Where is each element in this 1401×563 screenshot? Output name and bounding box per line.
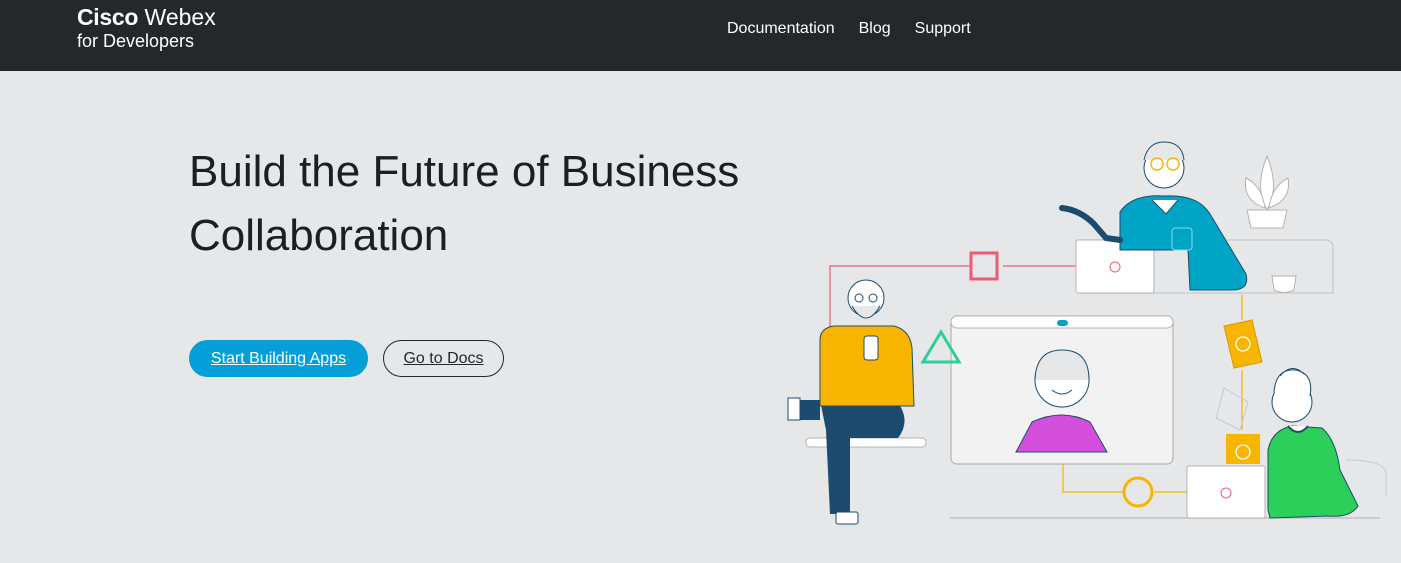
seated-figure (787, 279, 927, 525)
document-cards (1215, 319, 1263, 464)
nav-blog[interactable]: Blog (859, 19, 891, 39)
brand-name: Cisco Webex (77, 4, 216, 30)
nav-documentation[interactable]: Documentation (727, 19, 835, 39)
collaboration-illustration (787, 141, 1387, 525)
developer-figure (1267, 368, 1359, 519)
top-navbar: Cisco Webex for Developers Documentation… (0, 0, 1401, 71)
hero-title: Build the Future of Business Collaborati… (189, 147, 740, 260)
main-nav: Documentation Blog Support (727, 19, 971, 39)
start-building-apps-button[interactable]: Start Building Apps (189, 340, 368, 377)
brand-logo[interactable]: Cisco Webex for Developers (77, 4, 216, 52)
nav-support[interactable]: Support (915, 19, 971, 39)
go-to-docs-button[interactable]: Go to Docs (383, 340, 504, 377)
square-shape (969, 251, 999, 281)
video-screen (950, 315, 1174, 465)
brand-cisco: Cisco (77, 4, 139, 30)
brand-webex: Webex (144, 4, 216, 30)
circle-shape (1122, 476, 1154, 508)
brand-subtitle: for Developers (77, 31, 195, 51)
